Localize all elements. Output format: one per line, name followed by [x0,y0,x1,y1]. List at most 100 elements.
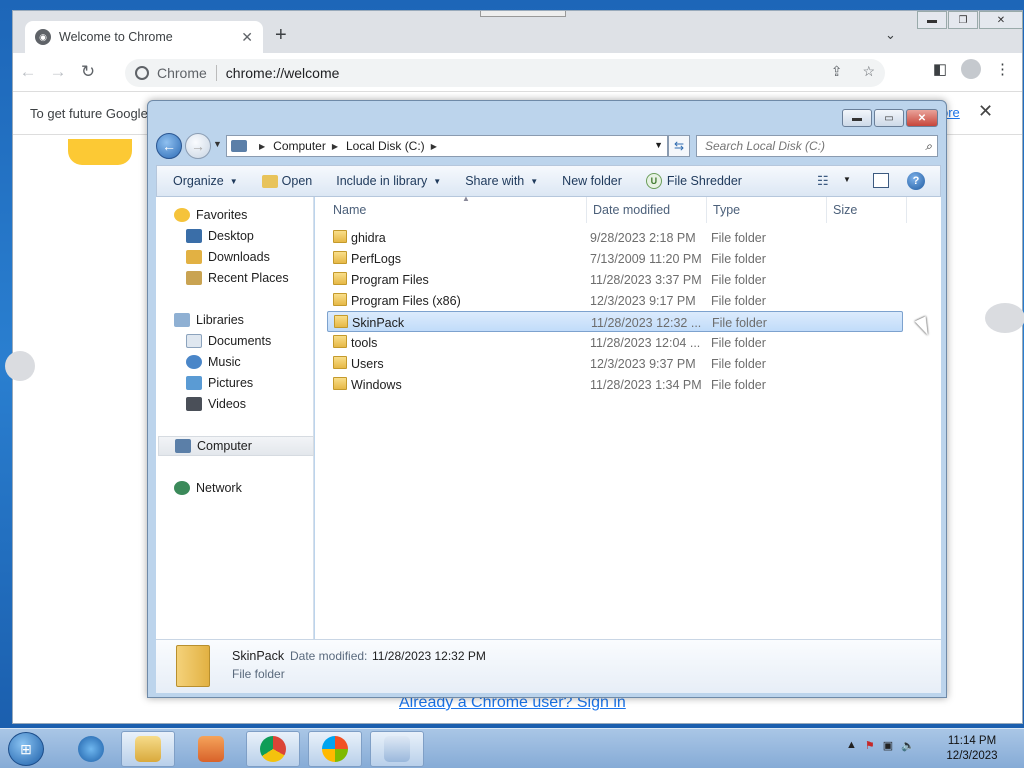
share-icon[interactable]: ⇪ [831,63,843,80]
chevron-down-icon: ▼ [530,176,539,186]
forward-arrow-icon[interactable]: → [43,62,73,82]
search-icon[interactable]: ⌕ [925,139,932,154]
show-hidden-icons-icon[interactable]: ▲ [846,739,857,752]
taskbar-remote-app[interactable] [370,731,424,767]
table-row[interactable]: Program Files (x86) 12/3/2023 9:17 PM File… [327,290,903,311]
close-icon[interactable]: ✕ [906,109,938,127]
table-row[interactable]: Windows 11/28/2023 1:34 PM File folder [327,374,903,395]
open-button[interactable]: Open [246,166,321,196]
view-options-icon[interactable]: ☷ [817,173,829,189]
file-date: 11/28/2023 3:37 PM [590,273,702,287]
network-icon [174,481,190,495]
column-label: Type [713,203,741,217]
nav-libraries[interactable]: Libraries [174,310,330,330]
recent-pages-chevron-icon[interactable]: ▼ [213,139,222,149]
include-in-library-button[interactable]: Include in library ▼ [320,166,449,196]
file-type: File folder [711,252,766,266]
tab-search-chevron-icon[interactable]: ⌄ [885,27,896,43]
chevron-down-icon[interactable]: ▼ [843,175,851,184]
breadcrumb-arrow-icon[interactable]: ▶ [332,142,338,151]
column-header-type[interactable]: Type [707,197,827,223]
file-name: Program Files (x86) [351,294,461,308]
back-arrow-icon[interactable]: ← [156,133,182,159]
breadcrumb-arrow-icon[interactable]: ▶ [431,142,437,151]
file-shredder-button[interactable]: U File Shredder [630,166,750,196]
new-folder-button[interactable]: New folder [546,166,630,196]
folder-icon [333,356,347,369]
column-header-size[interactable]: Size [827,197,907,223]
side-panel-icon[interactable]: ◧ [933,60,947,78]
infobar-close-icon[interactable]: ✕ [978,101,993,122]
column-header-name[interactable]: ▲ Name [327,194,587,223]
breadcrumb-disk[interactable]: Local Disk (C:) [346,139,425,153]
address-bar[interactable]: ▶ Computer ▶ Local Disk (C:) ▶ ▼ [226,135,668,157]
volume-icon[interactable]: 🔈 [901,739,915,752]
file-type: File folder [711,273,766,287]
media-player-icon [198,736,224,762]
close-icon[interactable]: ✕ [979,11,1023,29]
table-row-selected[interactable]: SkinPack 11/28/2023 12:32 ... File folder [327,311,903,332]
help-icon[interactable]: ? [907,172,925,190]
window-grip[interactable] [480,11,566,17]
pictures-icon [186,376,202,390]
preview-pane-icon[interactable] [873,173,889,188]
nav-label: Music [208,355,241,369]
forward-arrow-icon[interactable]: → [185,133,211,159]
search-box[interactable]: ⌕ [696,135,938,157]
share-with-button[interactable]: Share with ▼ [449,166,546,196]
reload-icon[interactable]: ↻ [73,62,103,82]
tab-welcome[interactable]: ◉ Welcome to Chrome ✕ [25,21,263,53]
clock-date: 12/3/2023 [946,750,998,762]
taskbar-windows[interactable] [308,731,362,767]
taskbar-explorer[interactable] [121,731,175,767]
chrome-tab-strip: ◉ Welcome to Chrome ✕ + ⌄ ▬ ❐ ✕ [13,11,1023,53]
omnibox-actions: ⇪ ☆ [831,63,875,80]
profile-avatar-icon[interactable] [961,59,981,79]
menu-kebab-icon[interactable]: ⋮ [995,60,1010,78]
file-date: 12/3/2023 9:37 PM [590,357,696,371]
bookmark-star-icon[interactable]: ☆ [862,63,875,80]
tab-close-icon[interactable]: ✕ [241,29,253,46]
start-button[interactable]: ⊞ [8,732,44,766]
welcome-illustration [68,139,132,165]
documents-icon [186,334,202,348]
nav-network[interactable]: Network [174,478,330,498]
refresh-icon[interactable]: ⇆ [668,135,690,157]
file-name: PerfLogs [351,252,402,266]
column-header-date[interactable]: Date modified [587,197,707,223]
table-row[interactable]: PerfLogs 7/13/2009 11:20 PM File folder [327,248,903,269]
folder-icon [333,335,347,348]
omnibox[interactable]: Chrome chrome://welcome ⇪ ☆ [125,59,885,87]
taskbar-internet-explorer[interactable] [64,731,118,767]
network-icon[interactable]: ▣ [883,739,893,752]
taskbar-media-player[interactable] [184,731,238,767]
chrome-icon [260,736,286,762]
minimize-icon[interactable]: ▬ [842,109,872,127]
taskbar-chrome[interactable] [246,731,300,767]
action-center-icon[interactable]: ⚑ [865,739,875,752]
new-tab-icon[interactable]: + [275,25,287,45]
back-arrow-icon[interactable]: ← [13,62,43,82]
file-date: 12/3/2023 9:17 PM [590,294,696,308]
search-input[interactable] [705,139,905,153]
clock[interactable]: 11:14 PM 12/3/2023 [940,734,1004,764]
chevron-down-icon: ▼ [433,176,442,186]
minimize-icon[interactable]: ▬ [917,11,947,29]
breadcrumb-computer[interactable]: Computer [273,139,326,153]
details-pane: SkinPack Date modified: 11/28/2023 12:32… [156,639,941,693]
table-row[interactable]: Users 12/3/2023 9:37 PM File folder [327,353,903,374]
file-type: File folder [711,378,766,392]
nav-favorites[interactable]: Favorites [174,205,330,225]
restore-icon[interactable]: ❐ [948,11,978,29]
nav-computer[interactable]: Computer [158,436,314,456]
file-type: File folder [711,294,766,308]
maximize-icon[interactable]: ▭ [874,109,904,127]
table-row[interactable]: tools 11/28/2023 12:04 ... File folder [327,332,903,353]
organize-button[interactable]: Organize ▼ [157,166,246,196]
table-row[interactable]: ghidra 9/28/2023 2:18 PM File folder [327,227,903,248]
breadcrumb-arrow-icon[interactable]: ▶ [259,142,265,151]
address-dropdown-icon[interactable]: ▼ [654,140,663,150]
table-row[interactable]: Program Files 11/28/2023 3:37 PM File fold… [327,269,903,290]
folder-icon [176,645,210,687]
internet-explorer-icon [78,736,104,762]
